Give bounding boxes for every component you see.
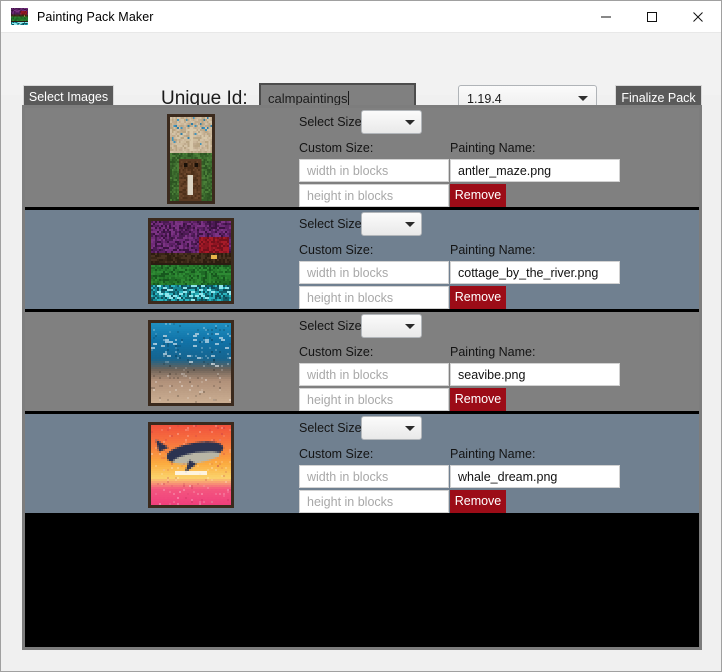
close-icon[interactable] <box>675 1 721 32</box>
height-placeholder: height in blocks <box>307 189 393 203</box>
custom-size-label: Custom Size: <box>299 345 373 359</box>
select-size-label: Select Size: <box>299 115 365 129</box>
app-painting-icon <box>11 8 28 25</box>
chevron-down-icon <box>405 324 415 329</box>
toolbar: Select Images Unique Id: calmpaintings 1… <box>1 33 721 95</box>
remove-button[interactable]: Remove <box>450 490 506 513</box>
minimize-icon[interactable] <box>583 1 629 32</box>
remove-button[interactable]: Remove <box>450 286 506 309</box>
painting-name-label: Painting Name: <box>450 141 535 155</box>
painting-name-value: whale_dream.png <box>458 470 557 484</box>
width-placeholder: width in blocks <box>307 164 388 178</box>
title-bar: Painting Pack Maker <box>1 1 721 33</box>
window-title: Painting Pack Maker <box>37 10 154 24</box>
painting-name-value: antler_maze.png <box>458 164 551 178</box>
width-input[interactable]: width in blocks <box>299 465 449 488</box>
painting-name-value: seavibe.png <box>458 368 525 382</box>
chevron-down-icon <box>405 222 415 227</box>
painting-rows: Select Size: Custom Size: Painting Name:… <box>25 108 699 516</box>
painting-thumbnail <box>167 114 215 204</box>
painting-name-input[interactable]: cottage_by_the_river.png <box>450 261 620 284</box>
painting-row: Select Size: Custom Size: Painting Name:… <box>25 414 699 516</box>
painting-thumbnail <box>148 218 234 304</box>
width-input[interactable]: width in blocks <box>299 261 449 284</box>
width-input[interactable]: width in blocks <box>299 363 449 386</box>
painting-name-label: Painting Name: <box>450 345 535 359</box>
maximize-icon[interactable] <box>629 1 675 32</box>
painting-name-value: cottage_by_the_river.png <box>458 266 598 280</box>
select-size-dropdown[interactable] <box>361 314 422 338</box>
remove-button[interactable]: Remove <box>450 184 506 207</box>
app-window: Painting Pack Maker Select Images Unique… <box>0 0 722 672</box>
painting-thumbnail-box <box>141 312 241 414</box>
width-placeholder: width in blocks <box>307 470 388 484</box>
painting-thumbnail <box>148 320 234 406</box>
height-placeholder: height in blocks <box>307 291 393 305</box>
painting-thumbnail-box <box>141 108 241 210</box>
painting-name-input[interactable]: whale_dream.png <box>450 465 620 488</box>
version-value: 1.19.4 <box>467 92 502 106</box>
height-input[interactable]: height in blocks <box>299 286 449 309</box>
empty-list-area <box>25 516 699 636</box>
painting-row: Select Size: Custom Size: Painting Name:… <box>25 210 699 312</box>
remove-button[interactable]: Remove <box>450 388 506 411</box>
painting-name-input[interactable]: seavibe.png <box>450 363 620 386</box>
height-input[interactable]: height in blocks <box>299 388 449 411</box>
painting-name-label: Painting Name: <box>450 243 535 257</box>
custom-size-label: Custom Size: <box>299 243 373 257</box>
select-size-dropdown[interactable] <box>361 416 422 440</box>
painting-name-input[interactable]: antler_maze.png <box>450 159 620 182</box>
chevron-down-icon <box>578 96 588 101</box>
select-size-label: Select Size: <box>299 319 365 333</box>
custom-size-label: Custom Size: <box>299 141 373 155</box>
chevron-down-icon <box>405 426 415 431</box>
custom-size-label: Custom Size: <box>299 447 373 461</box>
select-size-dropdown[interactable] <box>361 110 422 134</box>
height-placeholder: height in blocks <box>307 495 393 509</box>
painting-row: Select Size: Custom Size: Painting Name:… <box>25 108 699 210</box>
painting-thumbnail-box <box>141 210 241 312</box>
painting-name-label: Painting Name: <box>450 447 535 461</box>
unique-id-value: calmpaintings <box>268 91 348 106</box>
chevron-down-icon <box>405 120 415 125</box>
painting-thumbnail-box <box>141 414 241 516</box>
height-input[interactable]: height in blocks <box>299 184 449 207</box>
width-input[interactable]: width in blocks <box>299 159 449 182</box>
painting-row: Select Size: Custom Size: Painting Name:… <box>25 312 699 414</box>
select-size-dropdown[interactable] <box>361 212 422 236</box>
select-size-label: Select Size: <box>299 421 365 435</box>
text-caret <box>348 91 349 106</box>
height-placeholder: height in blocks <box>307 393 393 407</box>
width-placeholder: width in blocks <box>307 368 388 382</box>
height-input[interactable]: height in blocks <box>299 490 449 513</box>
painting-list-panel[interactable]: Select Size: Custom Size: Painting Name:… <box>22 105 702 650</box>
select-size-label: Select Size: <box>299 217 365 231</box>
width-placeholder: width in blocks <box>307 266 388 280</box>
painting-thumbnail <box>148 422 234 508</box>
window-controls <box>583 1 721 32</box>
